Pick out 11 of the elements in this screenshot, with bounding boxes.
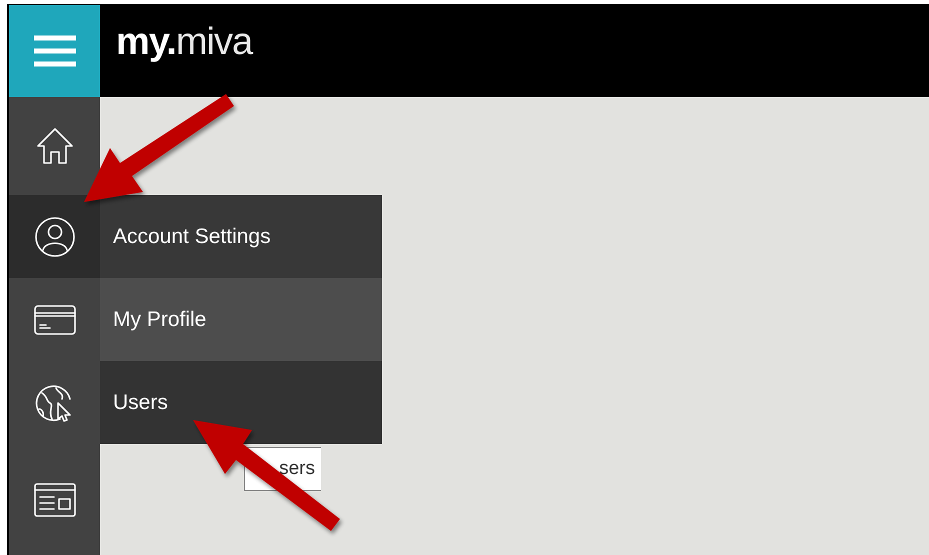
browser-window-icon (34, 483, 76, 517)
tooltip-text: sers (279, 456, 315, 481)
menu-item[interactable]: My Profile (100, 278, 382, 361)
user-icon (34, 216, 76, 258)
sidebar-item[interactable] (9, 195, 100, 278)
credit-card-icon (34, 305, 76, 335)
menu-item[interactable]: Users (100, 361, 382, 444)
menu-icon (34, 35, 76, 67)
logo: my.miva (116, 23, 252, 65)
flyout-title: Account Settings (112, 224, 272, 250)
menu-button[interactable] (9, 5, 100, 97)
